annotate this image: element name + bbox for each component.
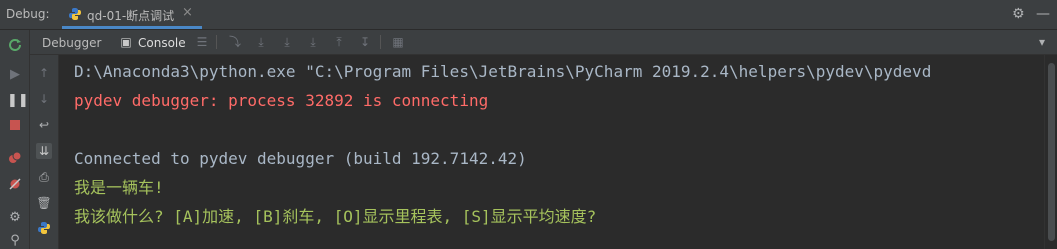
debug-actions-bar: ▶ ❚❚ ⚙ ⚲ [0,30,30,249]
down-arrow-icon[interactable]: ↓ [36,91,52,107]
step-over-icon[interactable]: ⤓ [253,34,269,50]
console-icon: ▣ [120,35,132,49]
step-into-my-code-icon[interactable]: ⤓ [305,34,321,50]
vertical-scrollbar[interactable] [1044,55,1057,249]
toolbar-divider [216,35,217,49]
pause-icon[interactable]: ❚❚ [7,93,29,109]
rerun-icon[interactable] [7,37,23,53]
show-execution-point-icon[interactable]: ⤵ [227,34,243,50]
tab-debugger[interactable]: Debugger [42,36,101,50]
python-console-icon[interactable] [36,221,52,237]
evaluate-expression-icon[interactable]: ▦ [390,34,406,50]
tab-debug-session[interactable]: qd-01-断点调试 × [62,0,202,29]
python-icon [69,8,81,20]
up-arrow-icon[interactable]: ↑ [36,65,52,81]
pin-icon[interactable]: ⚲ [7,233,23,249]
resume-icon[interactable]: ▶ [7,67,23,83]
tab-console[interactable]: Console [138,36,186,50]
minimize-icon[interactable]: — [1036,6,1050,22]
console-line-connected: Connected to pydev debugger (build 192.7… [74,149,527,168]
console-gutter: ↑ ↓ ↩ ⇊ ⎙ 🗑 [30,55,59,249]
tab-title: qd-01-断点调试 [87,9,175,23]
soft-wrap-icon[interactable]: ↩ [36,117,52,133]
console-output[interactable]: D:\Anaconda3\python.exe "C:\Program File… [59,55,1041,249]
console-line-output: 我是一辆车! [74,178,164,197]
toolbar-divider [380,35,381,49]
debug-label: Debug: [6,7,50,21]
debug-toolbar: Debugger ▣ Console ☰ ⤵ ⤓ ⤓ ⤓ ⤒ ↧ ▦ ▾ [30,30,1057,55]
mute-breakpoints-icon[interactable] [7,177,23,193]
gear-icon[interactable]: ⚙ [1012,6,1025,22]
stop-icon[interactable] [7,119,23,135]
frames-icon[interactable]: ☰ [194,34,210,50]
restore-layout-icon[interactable]: ▾ [1034,34,1050,50]
console-line-command: D:\Anaconda3\python.exe "C:\Program File… [74,62,932,81]
close-icon[interactable]: × [182,5,193,20]
view-breakpoints-icon[interactable] [7,151,23,167]
console-line-connecting: pydev debugger: process 32892 is connect… [74,91,489,110]
print-icon[interactable]: ⎙ [36,169,52,185]
settings-icon[interactable]: ⚙ [7,210,23,226]
debug-titlebar: Debug: qd-01-断点调试 × ⚙ — [0,0,1057,30]
console-line-prompt: 我该做什么? [A]加速, [B]刹车, [O]显示里程表, [S]显示平均速度… [74,207,597,226]
scrollbar-thumb[interactable] [1048,63,1055,241]
step-into-icon[interactable]: ⤓ [279,34,295,50]
scroll-to-end-icon[interactable]: ⇊ [36,143,52,159]
run-to-cursor-icon[interactable]: ↧ [357,34,373,50]
step-out-icon[interactable]: ⤒ [331,34,347,50]
clear-all-icon[interactable]: 🗑 [36,195,52,211]
